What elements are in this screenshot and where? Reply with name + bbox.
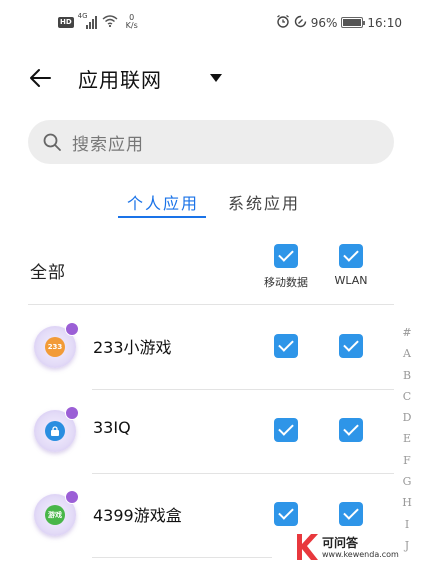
index-letter[interactable]: F (403, 450, 411, 471)
wlan-checkbox[interactable] (339, 502, 363, 526)
page-title: 应用联网 (78, 68, 162, 92)
tab-selected-indicator (118, 216, 206, 218)
mobile-data-column-header: 移动数据 (256, 244, 316, 290)
mobile-data-label: 移动数据 (264, 276, 308, 289)
app-row-233[interactable]: 233 233小游戏 (0, 306, 392, 390)
hd-badge: HD (58, 16, 74, 28)
battery-fill (343, 19, 361, 26)
dropdown-triangle-icon (210, 74, 222, 82)
app-name: 33IQ (93, 418, 131, 437)
lock-icon (51, 425, 59, 436)
title-bar: 应用联网 (0, 56, 422, 100)
index-letter[interactable]: D (403, 407, 412, 428)
index-letter[interactable]: A (403, 343, 411, 364)
back-arrow-icon (30, 69, 51, 87)
app-row-33iq[interactable]: 33IQ (0, 390, 392, 474)
all-label: 全部 (30, 263, 66, 283)
index-letter[interactable]: C (403, 386, 411, 407)
network-speed-unit: K/s (125, 21, 138, 30)
app-icon-33iq-inner (45, 421, 65, 441)
header-divider (28, 304, 394, 305)
search-placeholder: 搜索应用 (72, 134, 144, 155)
index-letter[interactable]: H (402, 492, 412, 513)
watermark: 可问答 www.kewenda.com (286, 530, 416, 566)
data-saver-icon (294, 15, 307, 31)
mobile-data-checkbox[interactable] (274, 334, 298, 358)
mobile-data-checkbox[interactable] (274, 418, 298, 442)
tab-personal-apps[interactable]: 个人应用 (127, 190, 199, 214)
wlan-column-header: WLAN (321, 244, 381, 287)
watermark-en: www.kewenda.com (322, 550, 399, 559)
index-letter[interactable]: B (403, 365, 411, 386)
app-name: 4399游戏盒 (93, 506, 182, 525)
app-icon-233-inner: 233 (45, 337, 65, 357)
wlan-checkbox[interactable] (339, 418, 363, 442)
row-divider (92, 557, 272, 558)
status-left: HD 4G 0 K/s (58, 12, 138, 30)
app-icon-33iq (34, 406, 79, 452)
app-badge-icon (65, 490, 79, 504)
app-icon-233: 233 (34, 322, 79, 368)
index-letter[interactable]: E (403, 428, 411, 449)
battery-icon (341, 17, 366, 28)
wlan-label: WLAN (334, 274, 368, 287)
cellular-signal-icon: 4G (78, 12, 98, 29)
alphabet-index[interactable]: # A B C D E F G H I J (399, 322, 415, 556)
app-name: 233小游戏 (93, 338, 172, 357)
status-bar: HD 4G 0 K/s 96% 16:10 (0, 0, 422, 46)
app-badge-icon (65, 406, 79, 420)
wifi-icon (102, 14, 118, 30)
battery-percent: 96% (310, 15, 338, 30)
title-dropdown-button[interactable] (206, 70, 226, 86)
wlan-checkbox[interactable] (339, 334, 363, 358)
mobile-data-checkbox[interactable] (274, 502, 298, 526)
tab-system-apps[interactable]: 系统应用 (228, 190, 300, 214)
watermark-cn: 可问答 (322, 536, 359, 550)
app-icon-4399-inner: 游戏 (45, 505, 65, 525)
search-input[interactable]: 搜索应用 (28, 120, 394, 164)
app-badge-icon (65, 322, 79, 336)
app-icon-4399: 游戏 (34, 490, 79, 536)
status-right: 96% 16:10 (276, 14, 402, 31)
alarm-icon (276, 14, 290, 31)
mobile-data-all-checkbox[interactable] (274, 244, 298, 268)
network-speed: 0 K/s (126, 14, 138, 30)
back-button[interactable] (22, 62, 58, 94)
watermark-logo-icon (297, 534, 318, 560)
index-letter[interactable]: G (403, 471, 412, 492)
index-letter[interactable]: # (402, 322, 411, 343)
clock: 16:10 (367, 15, 402, 30)
wlan-all-checkbox[interactable] (339, 244, 363, 268)
search-icon (43, 133, 61, 151)
